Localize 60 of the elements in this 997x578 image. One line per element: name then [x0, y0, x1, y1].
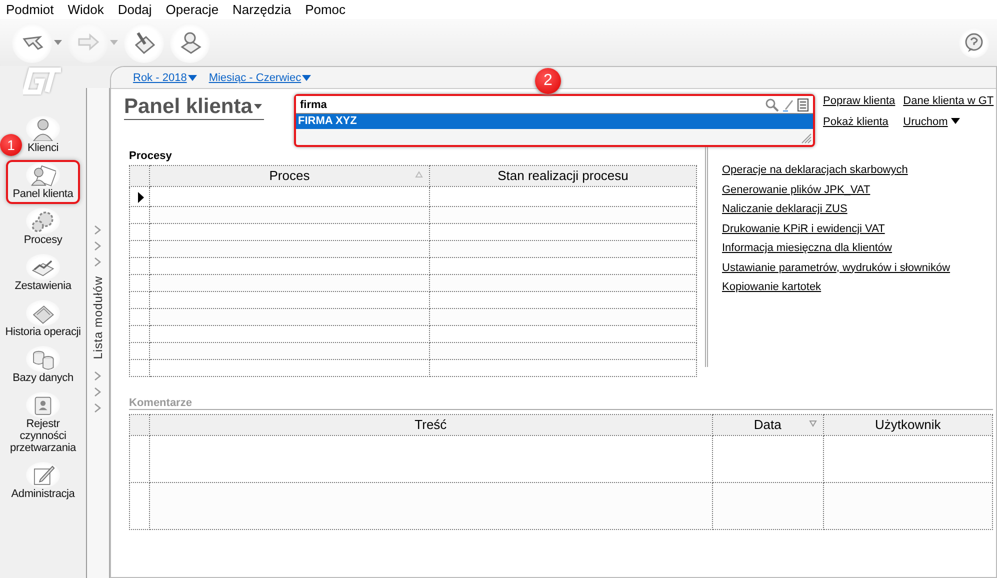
callout-badge: 1 [0, 134, 22, 156]
action-link[interactable]: Ustawianie parametrów, wydruków i słowników [722, 260, 950, 276]
menu-item[interactable]: Widok [68, 0, 104, 20]
sidebar-item[interactable]: Bazy danych [8, 344, 78, 388]
caret-icon [54, 40, 62, 45]
column-header[interactable]: Stan realizacji procesu [430, 166, 696, 186]
sidebar-item[interactable]: Procesy [18, 206, 68, 250]
strip-label[interactable]: Lista modułów [89, 276, 107, 360]
caret-icon [254, 104, 262, 109]
search-result[interactable]: FIRMA XYZ [296, 114, 813, 129]
action-link[interactable]: Kopiowanie kartotek [722, 279, 950, 296]
caret-icon [188, 74, 197, 81]
chevron-icon [94, 387, 102, 398]
filter-dropdown[interactable]: Miesiąc - Czerwiec [208, 70, 312, 86]
current-row-icon [137, 192, 144, 203]
resize-grip-icon [800, 132, 812, 144]
menu-item[interactable]: Narzędzia [232, 0, 292, 20]
sidebar-item[interactable]: Historia operacji [0, 298, 86, 342]
person-card-icon [30, 163, 56, 187]
caret-icon [950, 118, 960, 124]
brush-icon [132, 30, 156, 54]
chevron-icon [94, 403, 102, 414]
action-link[interactable]: Popraw klienta [823, 93, 896, 110]
action-link[interactable]: Drukowanie KPiR i ewidencji VAT [722, 220, 950, 237]
section-title: Procesy [129, 149, 173, 164]
action-link[interactable]: Pokaż klienta [823, 114, 896, 130]
action-link[interactable]: Naliczanie deklaracji ZUS [722, 201, 950, 218]
panel-title-dropdown[interactable]: Panel klienta [124, 94, 264, 120]
sidebar-item[interactable]: Klienci [21, 114, 65, 158]
menu-item[interactable]: Dodaj [118, 0, 152, 20]
menu-item[interactable]: Pomoc [305, 0, 346, 20]
sidebar-item[interactable]: Zestawienia [10, 252, 76, 296]
person-icon [30, 117, 56, 141]
menu-item[interactable]: Podmiot [6, 0, 54, 20]
sidebar-item[interactable]: Rejestr czynności przetwarzania [0, 390, 86, 458]
gears-icon [30, 209, 56, 233]
dropdown-button[interactable] [12, 22, 62, 62]
action-link[interactable]: Dane klienta w GT [903, 93, 994, 110]
column-header[interactable]: Proces [150, 166, 430, 186]
chevron-icon [94, 371, 102, 382]
logo-icon [23, 66, 63, 96]
caret-icon [302, 74, 312, 81]
search-icon [765, 98, 779, 112]
menu-link[interactable]: Uruchom [903, 114, 994, 130]
section-title: Komentarze [129, 397, 993, 410]
column-header[interactable]: Data [712, 414, 824, 435]
column-header[interactable]: Użytkownik [823, 414, 992, 435]
action-link[interactable]: Informacja miesięczna dla klientów [722, 240, 950, 256]
action-link[interactable]: Operacje na deklaracjach skarbowych [722, 162, 950, 178]
help-icon [964, 32, 984, 52]
caret-icon [110, 40, 118, 45]
sidebar-item[interactable]: Panel klienta [6, 160, 80, 204]
pencil-icon [782, 98, 794, 112]
menu-item[interactable]: Operacje [166, 0, 219, 20]
column-header[interactable]: Treść [149, 414, 712, 435]
sidebar-item[interactable]: Administracja [6, 460, 80, 504]
action-link[interactable]: Generowanie plików JPK_VAT [722, 182, 950, 198]
list-icon [797, 98, 809, 112]
filter-dropdown[interactable]: Rok - 2018 [133, 70, 197, 86]
search-box[interactable]: firma [296, 96, 813, 114]
